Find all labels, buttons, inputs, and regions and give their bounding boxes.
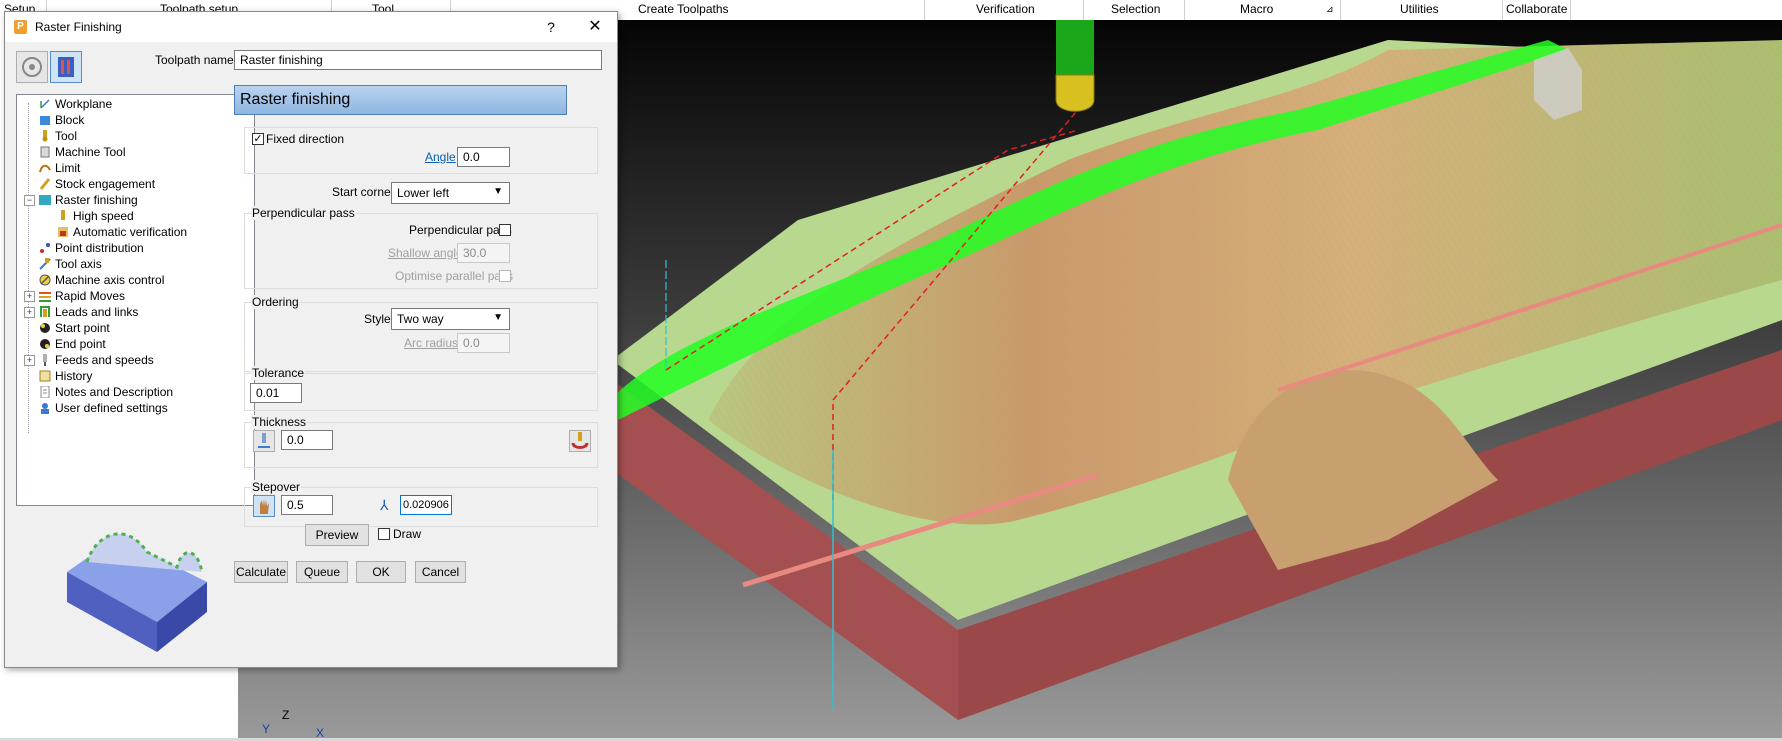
ribbon-tab-utilities[interactable]: Utilities xyxy=(1400,2,1439,16)
thickness-label: Thickness xyxy=(251,415,308,429)
ribbon-separator xyxy=(1570,0,1571,20)
high-speed-icon xyxy=(61,210,65,220)
start-corner-label: Start corner xyxy=(332,185,395,199)
component-thickness-icon xyxy=(571,432,589,449)
style-label: Style xyxy=(364,312,391,326)
thickness-mode-button[interactable] xyxy=(253,430,275,452)
ok-button[interactable]: OK xyxy=(356,561,406,583)
perpendicular-group-label: Perpendicular pass xyxy=(251,206,356,220)
ribbon-tab-macro[interactable]: Macro xyxy=(1240,2,1273,16)
tree-expander-expand[interactable]: + xyxy=(24,291,35,302)
draw-label: Draw xyxy=(393,527,422,541)
axis-y-label: Y xyxy=(262,722,271,736)
block-icon xyxy=(40,116,50,125)
machine-tool-icon xyxy=(40,146,50,158)
preview-button[interactable]: Preview xyxy=(305,524,369,546)
stepover-copy-button[interactable] xyxy=(253,495,275,517)
limit-icon xyxy=(39,164,51,173)
optimise-parallel-checkbox[interactable] xyxy=(499,270,511,282)
help-button[interactable]: ? xyxy=(541,17,561,37)
tree-line xyxy=(28,103,29,433)
draw-checkbox[interactable] xyxy=(378,528,390,540)
end-point-icon xyxy=(40,339,50,349)
notes-icon xyxy=(40,386,50,398)
thickness-icon xyxy=(258,433,270,448)
ribbon-expand-icon[interactable]: ⊿ xyxy=(1326,4,1334,15)
shallow-angle-input[interactable]: 30.0 xyxy=(457,243,510,263)
tool-tip xyxy=(1055,74,1095,112)
tool-icon xyxy=(42,130,48,142)
stock-engagement-icon xyxy=(39,178,51,190)
start-point-icon xyxy=(40,323,50,333)
tolerance-label: Tolerance xyxy=(251,366,306,380)
perpendicular-pass-label: Perpendicular pass xyxy=(409,223,512,237)
dialog-title: Raster Finishing xyxy=(35,20,122,34)
ribbon-separator xyxy=(1502,0,1503,20)
shallow-angle-label: Shallow angle xyxy=(388,246,463,260)
ordering-style-select[interactable]: Two way ▼ xyxy=(391,308,510,330)
strategy-page-icon xyxy=(58,57,74,77)
ribbon-separator xyxy=(1083,0,1084,20)
stepover-input[interactable]: 0.5 xyxy=(281,495,333,515)
ribbon-tab-selection[interactable]: Selection xyxy=(1111,2,1160,16)
ribbon-separator xyxy=(1340,0,1341,20)
app-icon: P xyxy=(14,20,27,34)
fixed-direction-checkbox[interactable]: ✓ xyxy=(252,133,264,145)
angle-label[interactable]: Angle xyxy=(425,150,456,164)
axis-z-label: Z xyxy=(282,708,290,722)
cusp-height-icon: ⅄ xyxy=(380,497,389,513)
ribbon-tab-create-toolpaths[interactable]: Create Toolpaths xyxy=(638,2,729,16)
tool-axis-icon xyxy=(39,258,51,270)
ribbon-tab-collaborate[interactable]: Collaborate xyxy=(1506,2,1567,16)
angle-input[interactable]: 0.0 xyxy=(457,147,510,167)
cancel-button[interactable]: Cancel xyxy=(415,561,466,583)
strategy-preview-image xyxy=(67,532,207,652)
cusp-height-input[interactable]: 0.020906 xyxy=(400,495,452,515)
raster-finishing-icon xyxy=(39,195,51,205)
ribbon-tab-verification[interactable]: Verification xyxy=(976,2,1035,16)
verification-icon xyxy=(58,227,68,237)
fixed-direction-label: Fixed direction xyxy=(266,132,345,146)
hand-icon xyxy=(260,499,269,514)
chevron-down-icon: ▼ xyxy=(493,186,503,197)
rapid-moves-icon xyxy=(39,292,51,302)
ordering-group-label: Ordering xyxy=(251,295,300,309)
close-button[interactable]: ✕ xyxy=(583,16,607,38)
thickness-input[interactable]: 0.0 xyxy=(281,430,333,450)
tolerance-input[interactable]: 0.01 xyxy=(250,383,302,403)
component-thickness-button[interactable] xyxy=(569,430,591,452)
point-distribution-icon xyxy=(40,243,50,253)
tree-expander-collapse[interactable]: − xyxy=(24,195,35,206)
strategy-list-icon xyxy=(22,57,42,77)
tree-expander-expand[interactable]: + xyxy=(24,307,35,318)
dialog-titlebar[interactable]: P Raster Finishing ? ✕ xyxy=(5,12,617,42)
calculate-button[interactable]: Calculate xyxy=(234,561,288,583)
start-corner-select[interactable]: Lower left ▼ xyxy=(391,182,510,204)
queue-button[interactable]: Queue xyxy=(296,561,348,583)
arc-radius-input[interactable]: 0.0 xyxy=(457,333,510,353)
strategy-page-button[interactable] xyxy=(50,51,82,83)
workplane-icon xyxy=(40,99,50,109)
user-settings-icon xyxy=(41,403,49,414)
feeds-and-speeds-icon xyxy=(43,354,47,366)
arc-radius-label: Arc radius xyxy=(404,336,459,350)
tree-expander-expand[interactable]: + xyxy=(24,355,35,366)
ribbon-separator xyxy=(1184,0,1185,20)
history-icon xyxy=(39,370,51,382)
optimise-parallel-label: Optimise parallel pass xyxy=(395,269,514,283)
ribbon-separator xyxy=(924,0,925,20)
stepover-label: Stepover xyxy=(251,480,302,494)
chevron-down-icon: ▼ xyxy=(493,312,503,323)
toolpath-name-label: Toolpath name xyxy=(155,53,234,67)
raster-finishing-dialog: P Raster Finishing ? ✕ Toolpath name Ras… xyxy=(4,11,618,668)
section-header: Raster finishing xyxy=(234,85,567,115)
leads-and-links-icon xyxy=(40,306,50,317)
strategy-list-button[interactable] xyxy=(16,51,48,83)
perpendicular-pass-checkbox[interactable] xyxy=(499,224,511,236)
machine-axis-control-icon xyxy=(39,274,51,286)
toolpath-name-input[interactable]: Raster finishing xyxy=(234,50,602,70)
strategy-tree: Workplane Block Tool Machine Tool Limit … xyxy=(16,94,255,506)
